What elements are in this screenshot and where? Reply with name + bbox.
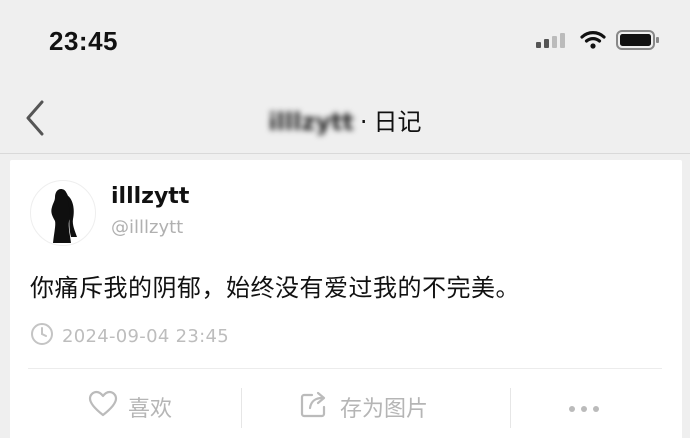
nav-title-user: illlzytt	[268, 108, 354, 136]
status-bar: 23:45	[0, 0, 690, 84]
timestamp: 2024-09-04 23:45	[62, 325, 230, 347]
like-button[interactable]: 喜欢	[88, 390, 172, 424]
status-time: 23:45	[49, 26, 118, 56]
more-button[interactable]	[566, 396, 602, 421]
save-image-label: 存为图片	[340, 397, 429, 422]
timestamp-row: 2024-09-04 23:45	[30, 322, 229, 350]
divider	[28, 368, 662, 369]
more-icon	[566, 396, 602, 421]
save-image-button[interactable]: 存为图片	[300, 390, 428, 424]
author-name[interactable]: illlzytt	[111, 184, 189, 209]
battery-icon	[616, 29, 660, 55]
avatar[interactable]	[30, 180, 96, 246]
wifi-icon	[580, 30, 606, 54]
status-icons	[536, 30, 660, 54]
action-separator	[510, 388, 511, 428]
avatar-silhouette-icon	[51, 189, 77, 243]
like-label: 喜欢	[128, 397, 173, 422]
action-bar: 喜欢 存为图片	[10, 382, 682, 434]
nav-title-separator: ·	[359, 108, 368, 136]
signal-icon	[536, 32, 570, 52]
author-handle: @illlzytt	[111, 217, 184, 238]
page-title: illlzytt · 日记	[0, 102, 690, 137]
post-text: 你痛斥我的阴郁，始终没有爱过我的不完美。	[30, 274, 520, 302]
heart-icon	[88, 390, 118, 424]
clock-icon	[30, 322, 54, 350]
nav-title-section: 日记	[373, 108, 422, 136]
post-card: illlzytt @illlzytt 你痛斥我的阴郁，始终没有爱过我的不完美。 …	[10, 160, 682, 438]
share-icon	[300, 390, 330, 424]
action-separator	[241, 388, 242, 428]
nav-bar: illlzytt · 日记	[0, 84, 690, 154]
